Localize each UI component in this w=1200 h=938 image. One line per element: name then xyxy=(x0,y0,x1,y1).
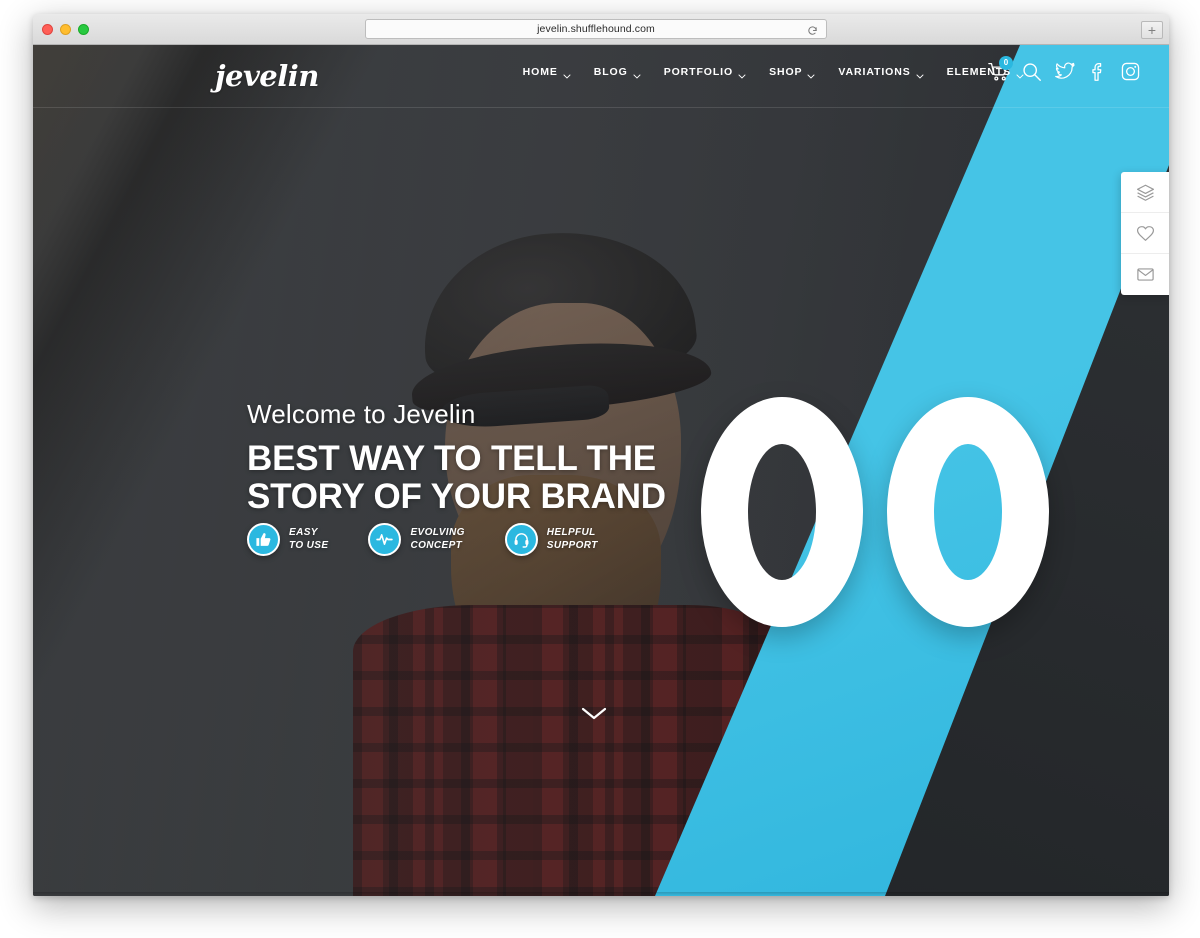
feature-evolving-concept[interactable]: EVOLVING CONCEPT xyxy=(368,523,464,556)
hero-feature-list: EASY TO USE EVOLVING CONCEPT HELPFUL SUP… xyxy=(247,523,598,556)
mail-icon[interactable] xyxy=(1121,254,1169,295)
nav-item-blog[interactable]: BLOG xyxy=(593,66,641,79)
page-viewport: jevelin HOME BLOG PORTFOLIO SHOP VARIATI… xyxy=(33,45,1169,896)
page-bottom-shade xyxy=(33,892,1169,896)
feature-helpful-support[interactable]: HELPFUL SUPPORT xyxy=(504,523,598,556)
nav-item-label: PORTFOLIO xyxy=(663,66,734,78)
minimize-window-button[interactable] xyxy=(60,24,71,35)
nav-item-label: SHOP xyxy=(769,66,803,78)
hero-headline-line2: STORY OF YOUR BRAND xyxy=(247,476,666,516)
feature-label-line2: SUPPORT xyxy=(546,539,598,551)
thumbs-up-icon xyxy=(247,523,280,556)
cart-badge-count: 0 xyxy=(999,56,1013,70)
feature-easy-to-use[interactable]: EASY TO USE xyxy=(247,523,328,556)
cart-icon[interactable]: 0 xyxy=(988,56,1013,82)
header-icon-group: 0 xyxy=(988,56,1141,82)
feature-label-line2: TO USE xyxy=(289,539,329,551)
site-logo[interactable]: jevelin xyxy=(215,59,319,93)
twitter-icon[interactable] xyxy=(1054,61,1075,82)
reload-icon[interactable] xyxy=(807,24,818,35)
main-navigation: HOME BLOG PORTFOLIO SHOP VARIATIONS ELEM… xyxy=(522,66,1024,79)
search-icon[interactable] xyxy=(1021,61,1042,82)
close-window-button[interactable] xyxy=(42,24,53,35)
nav-item-label: VARIATIONS xyxy=(838,66,911,78)
chevron-down-icon xyxy=(563,70,571,79)
hero-copy-block: Welcome to Jevelin BEST WAY TO TELL THE … xyxy=(247,399,666,516)
hero-decoration-oo xyxy=(701,397,1061,627)
nav-item-shop[interactable]: SHOP xyxy=(769,66,816,79)
decoration-ring-left xyxy=(701,397,863,627)
hero-headline: BEST WAY TO TELL THE STORY OF YOUR BRAND xyxy=(247,440,666,516)
nav-item-label: BLOG xyxy=(593,66,628,78)
hero-eyebrow: Welcome to Jevelin xyxy=(247,399,476,429)
site-header: jevelin HOME BLOG PORTFOLIO SHOP VARIATI… xyxy=(33,45,1169,107)
facebook-icon[interactable] xyxy=(1087,61,1108,82)
hero-headline-line1: BEST WAY TO TELL THE xyxy=(247,439,656,478)
header-divider xyxy=(33,107,1169,108)
nav-item-variations[interactable]: VARIATIONS xyxy=(838,66,924,79)
pulse-icon xyxy=(368,523,402,556)
zoom-window-button[interactable] xyxy=(78,24,89,35)
chevron-down-icon xyxy=(633,70,641,79)
feature-label-line2: CONCEPT xyxy=(410,539,463,551)
new-tab-button[interactable]: + xyxy=(1141,21,1163,39)
feature-label: EVOLVING CONCEPT xyxy=(410,527,464,552)
side-action-panel xyxy=(1121,172,1169,295)
scroll-down-chevron-icon[interactable] xyxy=(579,705,609,725)
address-bar-url: jevelin.shufflehound.com xyxy=(537,23,655,35)
feature-label-line1: HELPFUL xyxy=(546,527,596,538)
chevron-down-icon xyxy=(807,70,816,79)
nav-item-portfolio[interactable]: PORTFOLIO xyxy=(663,66,746,79)
browser-titlebar: jevelin.shufflehound.com + xyxy=(33,14,1169,45)
headset-icon xyxy=(504,523,538,556)
feature-label: EASY TO USE xyxy=(289,527,328,552)
feature-label-line1: EASY xyxy=(289,527,318,538)
chevron-down-icon xyxy=(738,70,746,79)
window-controls xyxy=(42,24,89,35)
feature-label: HELPFUL SUPPORT xyxy=(547,527,598,552)
decoration-ring-right xyxy=(887,397,1049,627)
heart-icon[interactable] xyxy=(1121,213,1169,254)
browser-window: jevelin.shufflehound.com + jevelin HOME … xyxy=(33,14,1169,896)
feature-label-line1: EVOLVING xyxy=(410,527,465,538)
layers-icon[interactable] xyxy=(1121,172,1169,213)
instagram-icon[interactable] xyxy=(1120,61,1141,82)
chevron-down-icon xyxy=(915,70,924,79)
nav-item-home[interactable]: HOME xyxy=(522,66,571,79)
nav-item-label: HOME xyxy=(522,66,558,78)
address-bar[interactable]: jevelin.shufflehound.com xyxy=(365,19,827,39)
